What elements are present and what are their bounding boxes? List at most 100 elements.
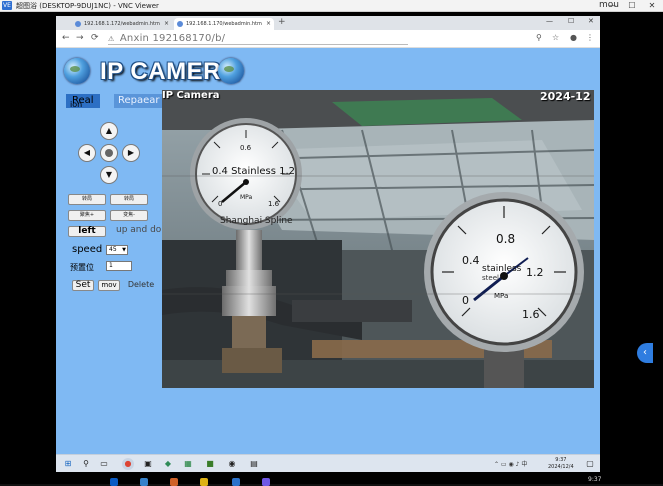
maximize-button[interactable]: ☐ xyxy=(625,0,639,12)
vnc-window-title: 超图浴 (DESKTOP-9DUJ1NC) - VNC Viewer xyxy=(16,2,159,10)
host-app-icon[interactable] xyxy=(110,478,118,486)
chevron-down-icon: ▼ xyxy=(122,247,126,253)
host-clock[interactable]: 9:37 xyxy=(588,476,601,483)
video-frame xyxy=(162,90,594,388)
live-video-view[interactable]: IP Camera 2024-12 0.6 0.4 Stainless 1.2 … xyxy=(162,90,594,388)
browser-tab-1[interactable]: 192.168.1.172/webadmin.htm × xyxy=(72,18,172,30)
app-icon[interactable]: ■ xyxy=(204,458,216,470)
preset-move-button[interactable]: mov xyxy=(98,280,120,291)
gauge-left-max: 1.6 xyxy=(268,200,280,208)
gauge-right-top: 0.8 xyxy=(496,232,516,246)
new-tab-button[interactable]: + xyxy=(278,17,286,27)
favicon-icon xyxy=(177,21,183,27)
ptz-center-button[interactable] xyxy=(100,144,118,162)
video-osd-title: IP Camera xyxy=(162,90,220,101)
browser-window: 192.168.1.172/webadmin.htm × 192.168.1.1… xyxy=(56,16,600,454)
host-app-icon[interactable] xyxy=(262,478,270,486)
ptz-right-button[interactable]: ▶ xyxy=(122,144,140,162)
gauge-left-unit: MPa xyxy=(240,194,253,201)
menu-icon[interactable]: ⋮ xyxy=(586,33,594,42)
camera-web-page: IP CAMERA Real Repaear ion ▲ ◀ ▶ ▼ 转局 转局… xyxy=(56,48,600,454)
chrome-icon[interactable]: ● xyxy=(122,458,134,470)
host-app-icon[interactable] xyxy=(200,478,208,486)
vnc-logo-icon: VE xyxy=(2,1,12,10)
tab-overlap-text: ion xyxy=(70,100,83,109)
app-icon[interactable]: ▣ xyxy=(142,458,154,470)
notification-icon[interactable]: ▢ xyxy=(584,458,596,470)
gauge-right-name: stainless xyxy=(482,264,522,274)
system-tray[interactable]: ⌃ ▭ ◉ ♪ 中 xyxy=(494,459,527,468)
close-button[interactable]: ✕ xyxy=(645,0,659,12)
gauge-right-sub: steel xyxy=(482,274,499,282)
control-panel: Real Repaear ion ▲ ◀ ▶ ▼ 转局 转局 聚焦+ 变焦- l… xyxy=(56,90,164,454)
page-banner: IP CAMERA xyxy=(56,48,600,90)
security-icon: ⚠ xyxy=(108,35,115,43)
zoom-out-button[interactable]: 变焦- xyxy=(110,210,148,221)
tab-label: 192.168.1.172/webadmin.htm xyxy=(84,21,160,27)
preset-input[interactable]: 1 xyxy=(106,261,132,271)
forward-button[interactable]: → xyxy=(76,33,84,43)
clock-date: 2024/12/4 xyxy=(548,464,574,470)
windows-taskbar: ⊞ ⚲ ▭ ● ▣ ◆ ▦ ■ ◉ ▤ ⌃ ▭ ◉ ♪ 中 9:37 2024/… xyxy=(56,454,600,472)
taskbar-clock[interactable]: 9:37 2024/12/4 xyxy=(548,457,574,471)
minimize-button[interactable]: — xyxy=(605,0,619,12)
search-icon[interactable]: ⚲ xyxy=(536,33,542,42)
browser-close-icon[interactable]: ✕ xyxy=(588,17,594,25)
speed-value: 45 xyxy=(109,246,117,253)
gauge-right-max: 1.6 xyxy=(522,308,540,321)
host-app-icon[interactable] xyxy=(170,478,178,486)
task-view-icon[interactable]: ▭ xyxy=(98,458,110,470)
back-button[interactable]: ← xyxy=(62,33,70,43)
app-icon[interactable]: ▦ xyxy=(182,458,194,470)
globe-icon xyxy=(64,58,90,84)
app-icon[interactable]: ◉ xyxy=(226,458,238,470)
preset-label: 预置位 xyxy=(70,263,94,272)
preset-delete-button[interactable]: Delete xyxy=(124,280,158,291)
vnc-title-bar: VE 超图浴 (DESKTOP-9DUJ1NC) - VNC Viewer mo… xyxy=(0,0,663,12)
address-bar[interactable]: ⚠ Anxin 192168170/b/ xyxy=(108,33,408,45)
scan-left-button[interactable]: left xyxy=(68,226,106,237)
host-taskbar xyxy=(0,474,663,484)
gauge-left-name: 0.4 Stainless 1.2 xyxy=(212,166,296,177)
search-icon[interactable]: ⚲ xyxy=(80,458,92,470)
browser-maximize-icon[interactable]: ☐ xyxy=(568,17,574,25)
gauge-right-left: 0.4 xyxy=(462,254,480,267)
speed-select[interactable]: 45 ▼ xyxy=(106,245,128,255)
tab-close-icon[interactable]: × xyxy=(266,18,271,30)
ptz-left-button[interactable]: ◀ xyxy=(78,144,96,162)
tab-label: 192.168.1.170/webadmin.htm xyxy=(186,21,262,27)
tab-replay[interactable]: Repaear xyxy=(114,94,164,108)
start-icon[interactable]: ⊞ xyxy=(62,458,74,470)
app-icon[interactable]: ◆ xyxy=(162,458,174,470)
gauge-right-min: 0 xyxy=(462,294,469,307)
video-osd-date: 2024-12 xyxy=(540,90,591,103)
preset-set-button[interactable]: Set xyxy=(72,280,94,291)
app-icon[interactable]: ▤ xyxy=(248,458,260,470)
gauge-right-unit: MPa xyxy=(494,292,509,300)
address-text: Anxin 192168170/b/ xyxy=(119,33,226,44)
gauge-left-maker: Shanghai Spline xyxy=(220,216,293,226)
focus-far-button[interactable]: 转局 xyxy=(110,194,148,205)
ptz-down-button[interactable]: ▼ xyxy=(100,166,118,184)
tab-close-icon[interactable]: × xyxy=(164,18,169,30)
browser-minimize-icon[interactable]: — xyxy=(546,17,553,25)
speed-label: speed xyxy=(72,244,103,255)
side-expand-button[interactable]: ‹ xyxy=(637,343,653,363)
center-dot-icon xyxy=(105,149,113,157)
host-app-icon[interactable] xyxy=(140,478,148,486)
browser-tab-strip: 192.168.1.172/webadmin.htm × 192.168.1.1… xyxy=(56,16,600,30)
focus-near-button[interactable]: 转局 xyxy=(68,194,106,205)
host-app-icon[interactable] xyxy=(232,478,240,486)
favicon-icon xyxy=(75,21,81,27)
profile-icon[interactable]: ● xyxy=(570,33,577,42)
bookmark-star-icon[interactable]: ☆ xyxy=(552,33,559,42)
gauge-left-top: 0.6 xyxy=(240,144,252,152)
browser-toolbar: ← → ⟳ ⚠ Anxin 192168170/b/ ⚲ ☆ ● ⋮ xyxy=(56,30,600,48)
ptz-up-button[interactable]: ▲ xyxy=(100,122,118,140)
zoom-in-button[interactable]: 聚焦+ xyxy=(68,210,106,221)
reload-button[interactable]: ⟳ xyxy=(91,33,99,43)
mode-tabs: Real Repaear ion xyxy=(62,94,164,110)
gauge-right-right: 1.2 xyxy=(526,266,544,279)
browser-tab-2[interactable]: 192.168.1.170/webadmin.htm × xyxy=(174,18,274,30)
scan-up-down-button[interactable]: up and do xyxy=(116,225,161,235)
